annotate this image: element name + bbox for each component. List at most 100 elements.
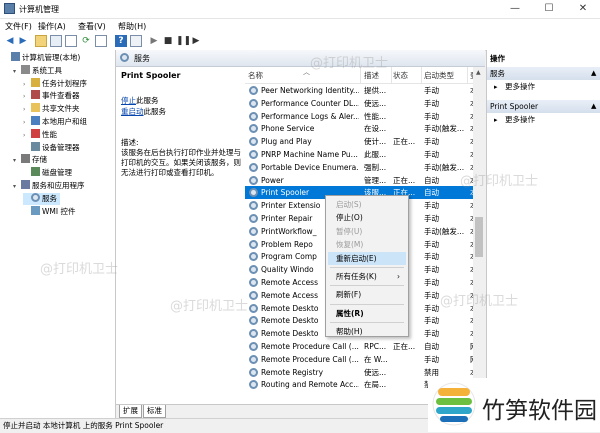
expand-arrow-icon[interactable]: ▾ bbox=[13, 181, 21, 193]
expand-arrow-icon[interactable]: ▾ bbox=[13, 66, 21, 78]
watermark: @打印机卫士 bbox=[170, 299, 249, 314]
refresh-icon[interactable]: ⟳ bbox=[80, 35, 92, 47]
gear-icon bbox=[249, 111, 258, 121]
menu-action[interactable]: 操作(A) bbox=[38, 21, 66, 32]
close-button[interactable]: ✕ bbox=[566, 0, 600, 18]
tree-item[interactable]: 设备管理器 bbox=[23, 141, 80, 154]
context-menu-item[interactable]: 刷新(F) bbox=[328, 288, 406, 301]
collapse-arrow-icon[interactable]: ▲ bbox=[591, 69, 596, 77]
services-apps-icon bbox=[21, 180, 30, 189]
tree-item[interactable]: › 任务计划程序 bbox=[23, 77, 87, 91]
back-arrow-icon[interactable]: ◀ bbox=[4, 35, 16, 47]
description-text: 该服务在后台执行打印作业并处理与打印机的交互。如果关闭该服务，则无法进行打印或查… bbox=[121, 148, 241, 177]
vertical-scrollbar[interactable]: ▲ ▼ bbox=[473, 67, 485, 404]
services-header: 服务 bbox=[116, 50, 485, 67]
tree-item[interactable]: › 共享文件夹 bbox=[23, 103, 80, 115]
table-cell: Remote Procedure Call (... bbox=[261, 354, 359, 364]
context-menu-item[interactable]: 重新启动(E) bbox=[328, 251, 406, 265]
table-row[interactable]: Phone Service在设...手动(触发...本 bbox=[245, 122, 473, 135]
collapse-arrow-icon[interactable]: ▲ bbox=[591, 102, 596, 110]
title-bar: 计算机管理 — ☐ ✕ bbox=[0, 0, 600, 19]
table-cell: 在 W... bbox=[364, 354, 388, 364]
tree-item[interactable]: ▾ 存储 bbox=[13, 154, 47, 166]
export-list-icon[interactable] bbox=[95, 35, 107, 47]
expand-arrow-icon[interactable]: › bbox=[23, 117, 31, 129]
table-cell: 正在... bbox=[393, 137, 416, 147]
table-row[interactable]: Remote Procedure Call (...在 W...手动网 bbox=[245, 353, 473, 366]
gear-icon bbox=[31, 192, 40, 202]
tab-standard[interactable]: 标准 bbox=[143, 405, 166, 418]
tree-item[interactable]: WMI 控件 bbox=[23, 205, 75, 218]
tree-item[interactable]: › 本地用户和组 bbox=[23, 116, 87, 128]
table-cell: 正在... bbox=[393, 175, 416, 185]
context-menu-item[interactable]: 恢复(M) bbox=[328, 238, 406, 251]
table-cell: 强制... bbox=[364, 162, 387, 172]
table-row[interactable]: Power管理...正在...自动本 bbox=[245, 174, 473, 187]
folder-up-icon[interactable] bbox=[35, 35, 47, 47]
table-row[interactable]: PNRP Machine Name Pu...此服...手动本 bbox=[245, 148, 473, 161]
menu-help[interactable]: 帮助(H) bbox=[118, 21, 146, 32]
context-menu-item[interactable]: 所有任务(K) › bbox=[328, 270, 406, 283]
watermark: @打印机卫士 bbox=[460, 174, 539, 189]
maximize-button[interactable]: ☐ bbox=[532, 0, 566, 18]
gear-icon bbox=[249, 175, 258, 185]
table-row[interactable]: Performance Counter DL...使远...手动本 bbox=[245, 97, 473, 110]
context-menu-item[interactable]: 帮助(H) bbox=[328, 325, 406, 338]
tree-item[interactable]: ▾ 服务和应用程序 bbox=[13, 180, 85, 192]
table-row[interactable]: Remote Registry使远...禁用本 bbox=[245, 366, 473, 379]
context-menu-item[interactable]: 属性(R) bbox=[328, 307, 406, 320]
console-icon[interactable] bbox=[130, 35, 142, 47]
show-tree-icon[interactable] bbox=[50, 35, 62, 47]
gear-icon bbox=[249, 252, 258, 262]
column-header[interactable]: 状态 bbox=[390, 67, 422, 83]
column-header[interactable]: 启动类型 bbox=[421, 67, 468, 83]
minimize-button[interactable]: — bbox=[498, 0, 532, 18]
scroll-thumb[interactable] bbox=[475, 217, 483, 257]
properties-sheet-icon[interactable] bbox=[65, 35, 77, 47]
expand-arrow-icon[interactable]: › bbox=[23, 91, 31, 103]
scroll-up-icon[interactable]: ▲ bbox=[476, 69, 481, 76]
table-row[interactable]: Peer Networking Identity...提供...手动本 bbox=[245, 84, 473, 97]
help-icon[interactable]: ? bbox=[115, 35, 127, 47]
tree-item[interactable]: ▾ 系统工具 bbox=[13, 64, 62, 78]
pause-service-icon[interactable]: ❚❚ bbox=[176, 35, 191, 47]
table-row[interactable]: Performance Logs & Aler...性能...手动本 bbox=[245, 110, 473, 123]
tree-item[interactable]: › 事件查看器 bbox=[23, 90, 80, 102]
menu-file[interactable]: 文件(F) bbox=[5, 21, 32, 32]
stop-service-link[interactable]: 停止 bbox=[121, 96, 136, 105]
actions-group-print-spooler[interactable]: Print Spooler bbox=[487, 100, 600, 113]
context-menu-label: 恢复(M) bbox=[336, 240, 364, 250]
expand-arrow-icon[interactable]: › bbox=[23, 79, 31, 91]
tree-item[interactable]: 磁盘管理 bbox=[23, 167, 72, 179]
table-row[interactable]: Portable Device Enumera...强制...手动(触发...本 bbox=[245, 161, 473, 174]
table-row[interactable]: Plug and Play使计...正在...手动本 bbox=[245, 135, 473, 148]
gear-icon bbox=[249, 150, 258, 159]
menu-view[interactable]: 查看(V) bbox=[78, 21, 106, 32]
table-cell: 禁用 bbox=[424, 367, 439, 377]
table-cell: 手动 bbox=[424, 239, 439, 249]
start-service-icon[interactable]: ▶ bbox=[148, 35, 160, 47]
tree-item[interactable]: 服务 bbox=[23, 192, 60, 205]
context-menu-label: 属性(R) bbox=[336, 308, 364, 318]
more-actions-services[interactable]: 更多操作 bbox=[505, 81, 535, 93]
computer-management-icon bbox=[4, 3, 15, 14]
expand-arrow-icon[interactable]: ▾ bbox=[13, 155, 21, 167]
expand-arrow-icon[interactable]: › bbox=[23, 130, 31, 142]
expand-arrow-icon[interactable]: › bbox=[23, 104, 31, 116]
table-row[interactable]: Remote Procedure Call (...RPC...正在...自动网 bbox=[245, 340, 473, 353]
more-actions-print-spooler[interactable]: 更多操作 bbox=[505, 114, 535, 126]
context-menu-item[interactable]: 暂停(U) bbox=[328, 225, 406, 238]
restart-service-icon[interactable]: ▶ bbox=[190, 35, 202, 47]
context-menu-item[interactable]: 启动(S) bbox=[328, 198, 406, 211]
tree-item[interactable]: › 性能 bbox=[23, 128, 57, 142]
tab-extended[interactable]: 扩展 bbox=[119, 405, 142, 418]
tree-item[interactable]: 计算机管理(本地) bbox=[3, 52, 80, 64]
restart-service-link[interactable]: 重启动 bbox=[121, 107, 144, 116]
stop-service-icon[interactable]: ■ bbox=[162, 35, 174, 47]
computer-icon bbox=[11, 52, 20, 61]
actions-group-services[interactable]: 服务 bbox=[487, 67, 600, 80]
menu-separator bbox=[330, 303, 404, 305]
forward-arrow-icon[interactable]: ▶ bbox=[17, 35, 29, 47]
context-menu-item[interactable]: 停止(O) bbox=[328, 211, 406, 224]
table-cell: Power bbox=[261, 175, 284, 185]
